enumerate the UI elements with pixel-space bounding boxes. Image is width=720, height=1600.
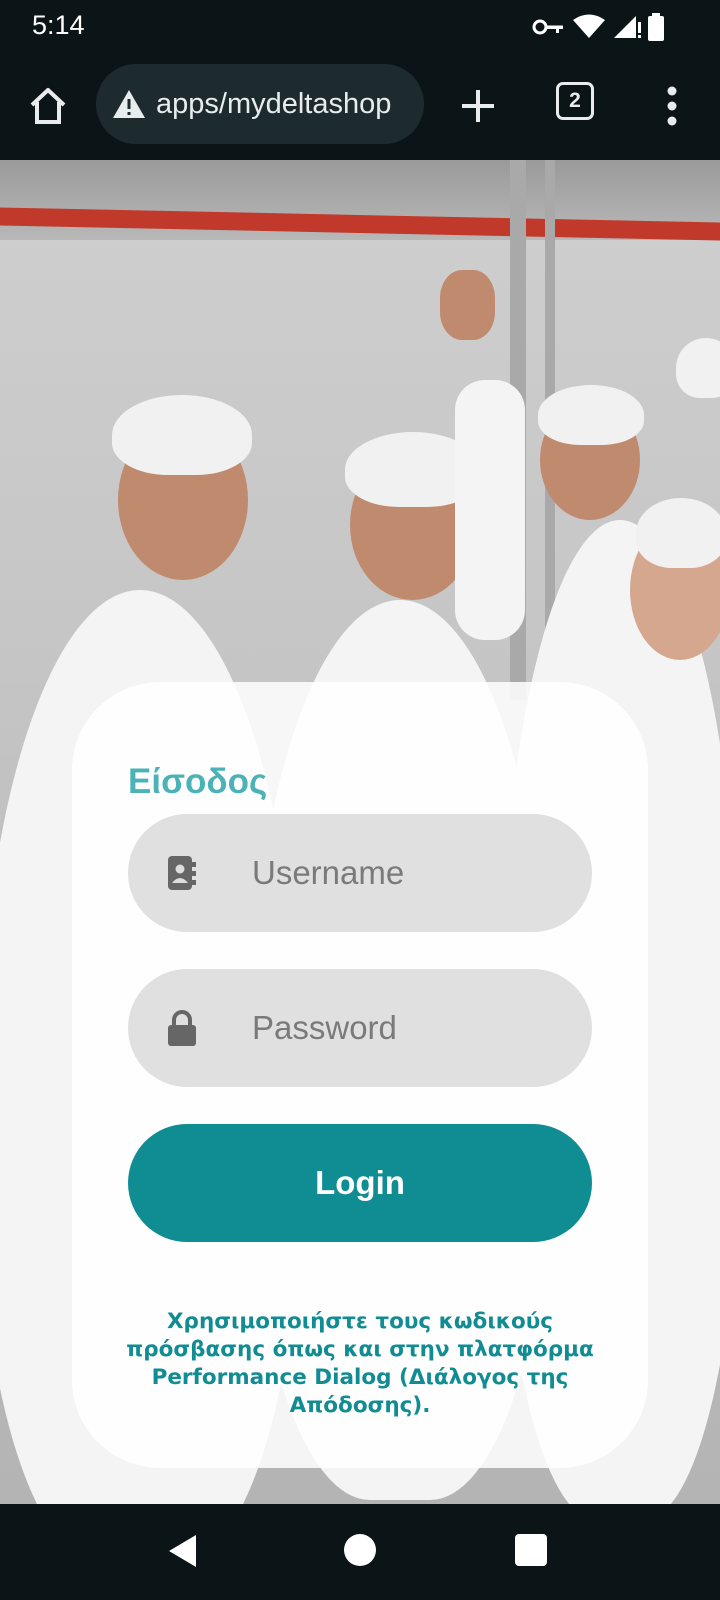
- tab-switcher-button[interactable]: 2: [556, 82, 594, 120]
- recents-icon[interactable]: [515, 1534, 547, 1566]
- url-bar[interactable]: apps/mydeltashop: [96, 64, 424, 144]
- lock-icon: [168, 1010, 196, 1046]
- system-navigation-bar: [0, 1504, 720, 1600]
- url-text: apps/mydeltashop: [156, 87, 392, 120]
- photo-hairnet: [636, 498, 720, 568]
- home-button[interactable]: [22, 80, 74, 132]
- username-input[interactable]: [252, 814, 572, 932]
- photo-fist: [440, 270, 495, 340]
- back-button[interactable]: [168, 1534, 198, 1573]
- browser-menu-button[interactable]: [650, 78, 694, 134]
- more-vert-icon: [667, 86, 677, 126]
- contact-card-icon: [168, 856, 196, 890]
- battery-icon: [648, 13, 664, 41]
- login-title: Είσοδος: [128, 762, 268, 801]
- browser-toolbar: apps/mydeltashop 2: [0, 54, 720, 160]
- status-bar: 5:14: [0, 0, 720, 54]
- back-icon: [169, 1535, 196, 1567]
- photo-hairnet: [538, 385, 644, 445]
- warning-icon: [113, 90, 145, 118]
- login-card: Είσοδος Login Χρησιμοποιήστε τους κωδικο…: [72, 682, 648, 1468]
- photo-hairnet: [112, 395, 252, 475]
- cell-signal-icon: [612, 14, 642, 40]
- home-circle-icon[interactable]: [344, 1534, 376, 1566]
- status-time: 5:14: [32, 10, 85, 40]
- photo-hairnet: [676, 338, 720, 398]
- home-icon: [30, 88, 66, 124]
- login-help-text: Χρησιμοποιήστε τους κωδικούς πρόσβασης ό…: [126, 1309, 594, 1418]
- status-icons: [532, 12, 664, 42]
- plus-icon: [462, 90, 494, 122]
- password-input[interactable]: [252, 969, 572, 1087]
- login-button[interactable]: Login: [128, 1124, 592, 1242]
- photo-raised-arm: [455, 380, 525, 640]
- password-field[interactable]: [128, 969, 592, 1087]
- vpn-key-icon: [532, 17, 566, 37]
- new-tab-button[interactable]: [452, 80, 504, 132]
- username-field[interactable]: [128, 814, 592, 932]
- wifi-icon: [572, 14, 606, 40]
